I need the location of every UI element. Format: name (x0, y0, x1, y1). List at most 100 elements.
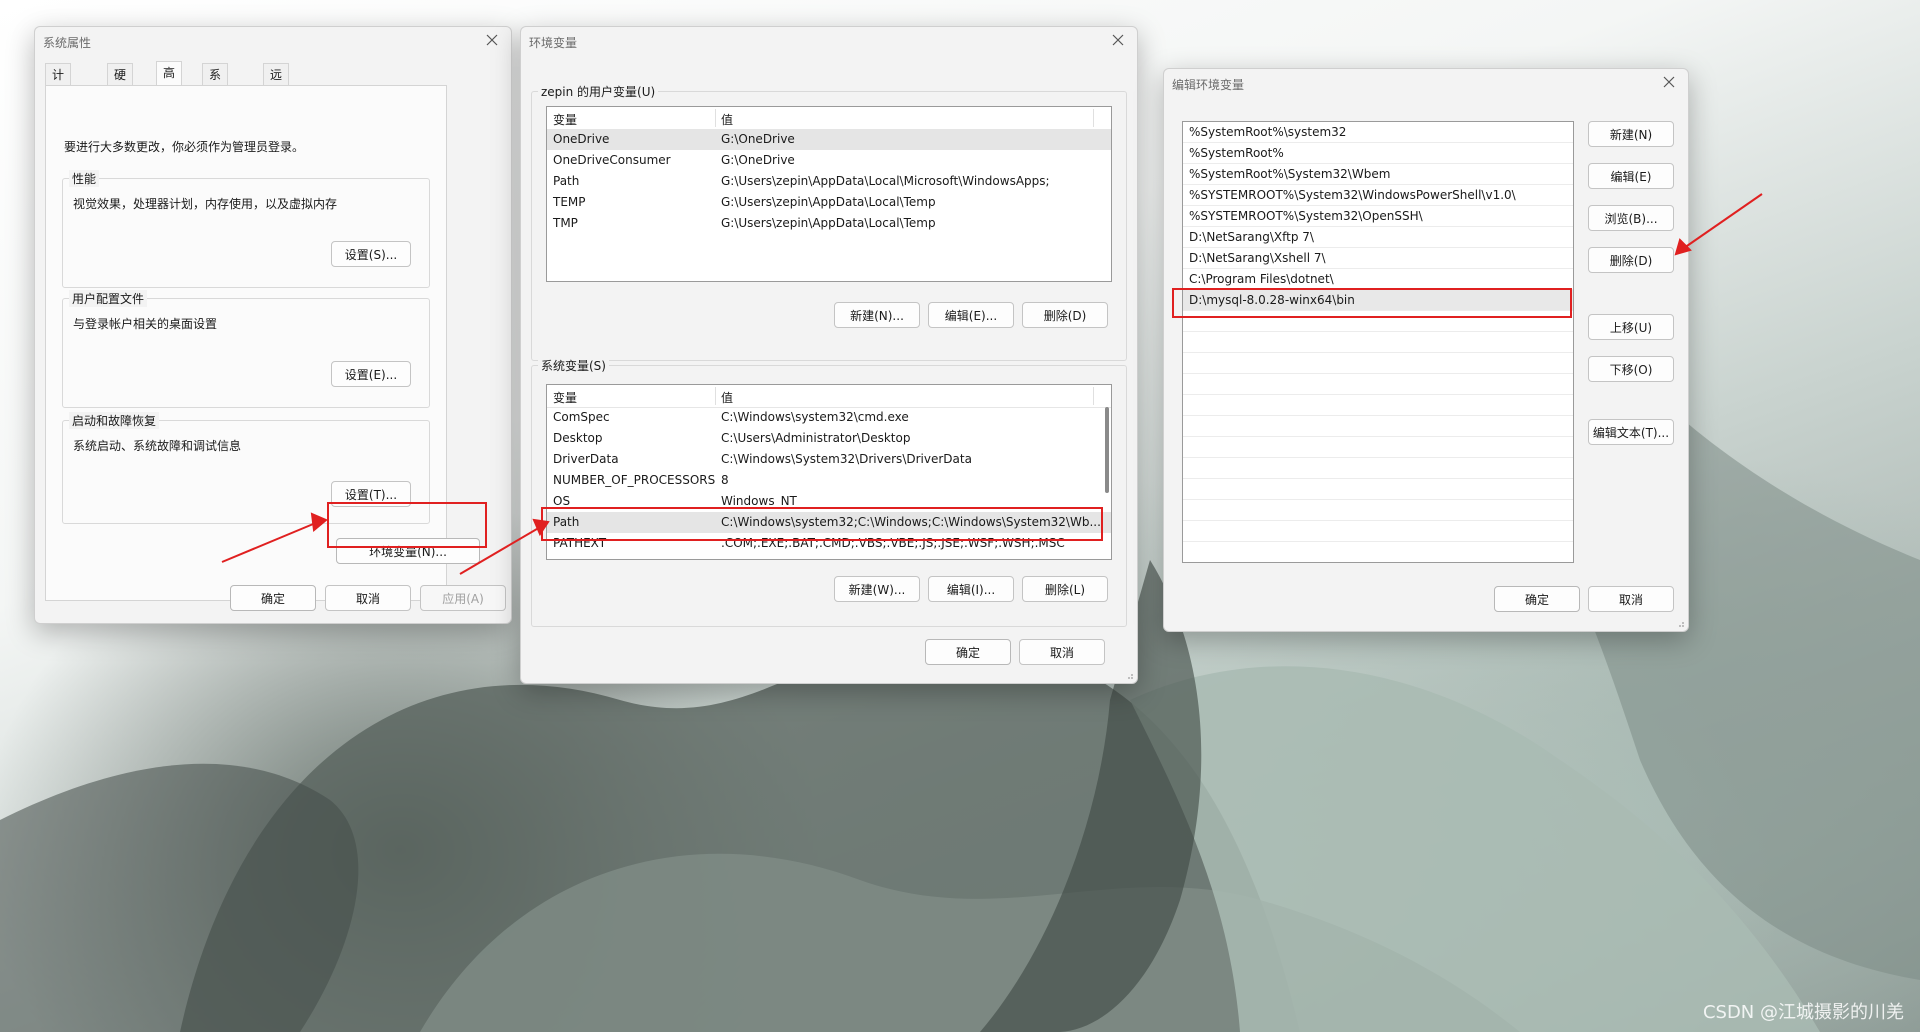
var-value: 8 (721, 473, 729, 487)
list-item[interactable]: Path G:\Users\zepin\AppData\Local\Microso… (547, 171, 1111, 192)
column-value[interactable]: 值 (721, 389, 733, 406)
var-name: PATHEXT (553, 536, 607, 550)
performance-group: 性能 视觉效果，处理器计划，内存使用，以及虚拟内存 设置(S)... (62, 170, 430, 288)
window-title: 环境变量 (529, 36, 578, 50)
list-item[interactable]: %SystemRoot% (1183, 143, 1573, 164)
list-item[interactable]: %SYSTEMROOT%\System32\WindowsPowerShell\… (1183, 185, 1573, 206)
var-value: G:\Users\zepin\AppData\Local\Temp (721, 195, 936, 209)
window-title: 系统属性 (43, 36, 92, 50)
system-variables-list[interactable]: 变量 值 ComSpec C:\Windows\system32\cmd.exe … (546, 384, 1112, 560)
user-profiles-group: 用户配置文件 与登录帐户相关的桌面设置 设置(E)... (62, 290, 430, 408)
list-item[interactable]: %SystemRoot%\System32\Wbem (1183, 164, 1573, 185)
close-icon[interactable] (1660, 73, 1678, 91)
empty-row (1183, 374, 1573, 395)
edit-environment-variable-window: 编辑环境变量 %SystemRoot%\system32 %SystemRoot… (1163, 68, 1689, 632)
list-item[interactable]: TMP G:\Users\zepin\AppData\Local\Temp (547, 213, 1111, 234)
admin-notice: 要进行大多数更改，你必须作为管理员登录。 (64, 140, 305, 154)
system-edit-button[interactable]: 编辑(I)... (928, 576, 1014, 602)
ok-button[interactable]: 确定 (925, 639, 1011, 665)
path-entry: D:\mysql-8.0.28-winx64\bin (1189, 293, 1355, 307)
apply-button[interactable]: 应用(A) (420, 585, 506, 611)
close-icon[interactable] (1109, 31, 1127, 49)
column-variable[interactable]: 变量 (553, 111, 577, 128)
column-value[interactable]: 值 (721, 111, 733, 128)
delete-button[interactable]: 删除(D) (1588, 247, 1674, 273)
user-edit-button[interactable]: 编辑(E)... (928, 302, 1014, 328)
startup-recovery-group: 启动和故障恢复 系统启动、系统故障和调试信息 设置(T)... (62, 412, 430, 524)
new-button[interactable]: 新建(N) (1588, 121, 1674, 147)
user-variables-list[interactable]: 变量 值 OneDrive G:\OneDrive OneDriveConsume… (546, 106, 1112, 282)
list-item[interactable]: PATHEXT .COM;.EXE;.BAT;.CMD;.VBS;.VBE;.JS… (547, 533, 1111, 554)
tab-system-protection[interactable]: 系统保护 (202, 63, 229, 148)
ok-button[interactable]: 确定 (1494, 586, 1580, 612)
column-separator (715, 109, 716, 127)
system-new-button[interactable]: 新建(W)... (834, 576, 920, 602)
startup-recovery-desc: 系统启动、系统故障和调试信息 (73, 439, 242, 453)
move-up-button[interactable]: 上移(U) (1588, 314, 1674, 340)
empty-row (1183, 332, 1573, 353)
system-variables-legend: 系统变量(S) (538, 357, 609, 374)
list-item[interactable]: NUMBER_OF_PROCESSORS 8 (547, 470, 1111, 491)
path-entry: %SystemRoot%\System32\Wbem (1189, 167, 1391, 181)
var-name: ComSpec (553, 410, 610, 424)
performance-desc: 视觉效果，处理器计划，内存使用，以及虚拟内存 (73, 197, 338, 211)
advanced-tab-panel: 要进行大多数更改，你必须作为管理员登录。 性能 视觉效果，处理器计划，内存使用，… (45, 85, 480, 601)
empty-row (1183, 395, 1573, 416)
var-value: C:\Windows\system32;C:\Windows;C:\Window… (721, 515, 1101, 529)
user-profiles-desc: 与登录帐户相关的桌面设置 (73, 317, 218, 331)
list-item[interactable]: C:\Program Files\dotnet\ (1183, 269, 1573, 290)
edit-text-button[interactable]: 编辑文本(T)... (1588, 419, 1674, 445)
var-name: TMP (553, 216, 578, 230)
performance-settings-button[interactable]: 设置(S)... (331, 241, 411, 267)
user-new-button[interactable]: 新建(N)... (834, 302, 920, 328)
path-entry: %SYSTEMROOT%\System32\WindowsPowerShell\… (1189, 188, 1516, 202)
var-name: TEMP (553, 195, 586, 209)
startup-recovery-settings-button[interactable]: 设置(T)... (331, 481, 411, 507)
browse-button[interactable]: 浏览(B)... (1588, 205, 1674, 231)
list-item[interactable]: OneDriveConsumer G:\OneDrive (547, 150, 1111, 171)
tab-hardware[interactable]: 硬件 (107, 63, 134, 104)
var-value: G:\OneDrive (721, 132, 795, 146)
resize-grip-icon[interactable] (1677, 620, 1685, 628)
cancel-button[interactable]: 取消 (1019, 639, 1105, 665)
var-value: G:\OneDrive (721, 153, 795, 167)
environment-variables-button[interactable]: 环境变量(N)... (336, 538, 480, 564)
list-item[interactable]: TEMP G:\Users\zepin\AppData\Local\Temp (547, 192, 1111, 213)
move-down-button[interactable]: 下移(O) (1588, 356, 1674, 382)
cancel-button[interactable]: 取消 (325, 585, 411, 611)
list-item[interactable]: D:\mysql-8.0.28-winx64\bin (1183, 290, 1573, 311)
empty-row (1183, 311, 1573, 332)
close-icon[interactable] (483, 31, 501, 49)
resize-grip-icon[interactable] (1126, 672, 1134, 680)
path-entries-list[interactable]: %SystemRoot%\system32 %SystemRoot% %Syst… (1182, 121, 1574, 563)
vertical-scrollbar[interactable] (1105, 407, 1109, 493)
list-item[interactable]: D:\NetSarang\Xftp 7\ (1183, 227, 1573, 248)
edit-button[interactable]: 编辑(E) (1588, 163, 1674, 189)
list-item[interactable]: OS Windows_NT (547, 491, 1111, 512)
user-delete-button[interactable]: 删除(D) (1022, 302, 1108, 328)
path-entry: %SystemRoot% (1189, 146, 1284, 160)
user-profiles-settings-button[interactable]: 设置(E)... (331, 361, 411, 387)
path-entry: C:\Program Files\dotnet\ (1189, 272, 1334, 286)
list-item[interactable]: DriverData C:\Windows\System32\Drivers\Dr… (547, 449, 1111, 470)
column-variable[interactable]: 变量 (553, 389, 577, 406)
list-item[interactable]: OneDrive G:\OneDrive (547, 129, 1111, 150)
empty-row (1183, 437, 1573, 458)
list-item[interactable]: %SystemRoot%\system32 (1183, 122, 1573, 143)
var-name: Path (553, 515, 580, 529)
list-item[interactable]: ComSpec C:\Windows\system32\cmd.exe (547, 407, 1111, 428)
system-delete-button[interactable]: 删除(L) (1022, 576, 1108, 602)
list-item[interactable]: %SYSTEMROOT%\System32\OpenSSH\ (1183, 206, 1573, 227)
ok-button[interactable]: 确定 (230, 585, 316, 611)
tab-remote[interactable]: 远程 (263, 63, 290, 104)
tab-advanced[interactable]: 高级 (156, 61, 183, 102)
cancel-button[interactable]: 取消 (1588, 586, 1674, 612)
performance-legend: 性能 (69, 170, 100, 187)
var-name: OneDriveConsumer (553, 153, 671, 167)
list-item[interactable]: Desktop C:\Users\Administrator\Desktop (547, 428, 1111, 449)
var-name: DriverData (553, 452, 619, 466)
tab-computer-name[interactable]: 计算机名 (45, 63, 72, 148)
list-item[interactable]: Path C:\Windows\system32;C:\Windows;C:\Wi… (547, 512, 1111, 533)
list-item[interactable]: D:\NetSarang\Xshell 7\ (1183, 248, 1573, 269)
var-value: C:\Windows\system32\cmd.exe (721, 410, 909, 424)
